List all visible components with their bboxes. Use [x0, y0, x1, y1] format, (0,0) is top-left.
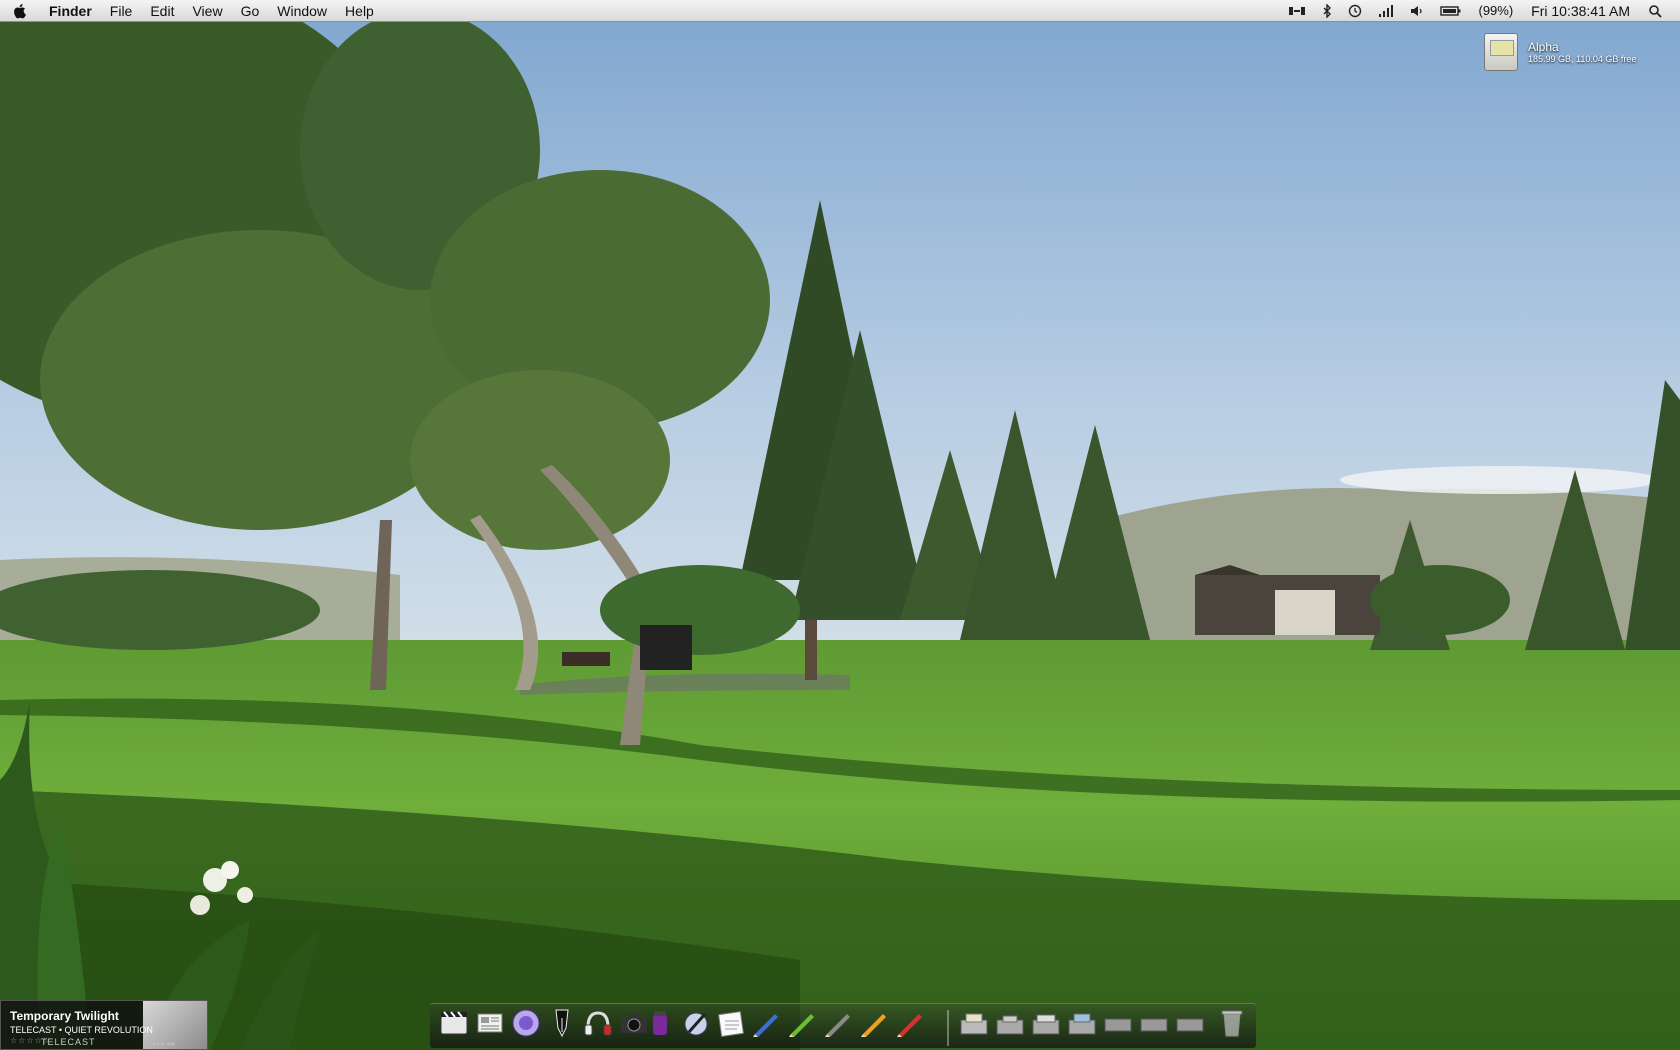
menu-edit[interactable]: Edit [141, 0, 183, 22]
stack-folder-1-icon[interactable] [958, 1007, 990, 1039]
stack-folder-6-icon[interactable] [1138, 1007, 1170, 1039]
bluetooth-icon[interactable] [1314, 0, 1340, 22]
menu-clock[interactable]: Fri 10:38:41 AM [1521, 0, 1640, 22]
red-pencil-icon[interactable] [894, 1007, 926, 1039]
volume-speaker-icon[interactable] [1402, 0, 1432, 22]
volume-info: 185.99 GB, 110.04 GB free [1528, 54, 1637, 64]
trash-icon[interactable] [1216, 1007, 1248, 1039]
dock-divider [947, 1010, 949, 1046]
now-playing-widget[interactable]: Temporary Twilight TELECAST • QUIET REVO… [0, 1000, 208, 1050]
browser-orb-icon[interactable] [510, 1007, 542, 1039]
green-pencil-icon[interactable] [786, 1007, 818, 1039]
playback-controls[interactable]: ◂◂ ▸ ▸▸ [151, 1039, 176, 1048]
battery-percentage[interactable]: (99%) [1470, 0, 1521, 22]
gray-pencil-icon[interactable] [822, 1007, 854, 1039]
desktop-volume-alpha[interactable]: Alpha 185.99 GB, 110.04 GB free [1484, 30, 1674, 74]
menu-window[interactable]: Window [268, 0, 336, 22]
wifi-signal-icon[interactable] [1370, 0, 1402, 22]
orange-pencil-icon[interactable] [858, 1007, 890, 1039]
notepad-icon[interactable] [716, 1007, 748, 1039]
menu-file[interactable]: File [101, 0, 142, 22]
desktop-wallpaper [0, 0, 1680, 1050]
spotlight-search-icon[interactable] [1640, 0, 1670, 22]
track-artist-album: TELECAST • QUIET REVOLUTION [10, 1025, 153, 1035]
track-title: Temporary Twilight [10, 1009, 119, 1023]
volume-name: Alpha [1528, 40, 1559, 54]
dock [430, 1003, 1256, 1048]
remote-control-icon[interactable] [1280, 0, 1314, 22]
stack-folder-4-icon[interactable] [1066, 1007, 1098, 1039]
hard-drive-icon[interactable] [1484, 33, 1518, 71]
stack-folder-5-icon[interactable] [1102, 1007, 1134, 1039]
stack-folder-2-icon[interactable] [994, 1007, 1026, 1039]
battery-icon[interactable] [1432, 0, 1470, 22]
paintbrush-icon[interactable] [680, 1007, 712, 1039]
purple-jar-icon[interactable] [644, 1007, 676, 1039]
newspaper-icon[interactable] [474, 1007, 506, 1039]
stack-folder-7-icon[interactable] [1174, 1007, 1206, 1039]
menu-bar: Finder File Edit View Go Window Help (99… [0, 0, 1680, 22]
fountain-pen-icon[interactable] [546, 1007, 578, 1039]
blue-pencil-icon[interactable] [750, 1007, 782, 1039]
apple-menu-icon[interactable] [0, 0, 40, 22]
headphones-icon[interactable] [582, 1007, 614, 1039]
clapperboard-icon[interactable] [438, 1007, 470, 1039]
app-menu-finder[interactable]: Finder [40, 0, 101, 22]
album-art-label: TELECAST [41, 1037, 96, 1047]
menu-go[interactable]: Go [232, 0, 269, 22]
time-machine-icon[interactable] [1340, 0, 1370, 22]
stack-folder-3-icon[interactable] [1030, 1007, 1062, 1039]
menu-view[interactable]: View [183, 0, 231, 22]
menu-help[interactable]: Help [336, 0, 383, 22]
